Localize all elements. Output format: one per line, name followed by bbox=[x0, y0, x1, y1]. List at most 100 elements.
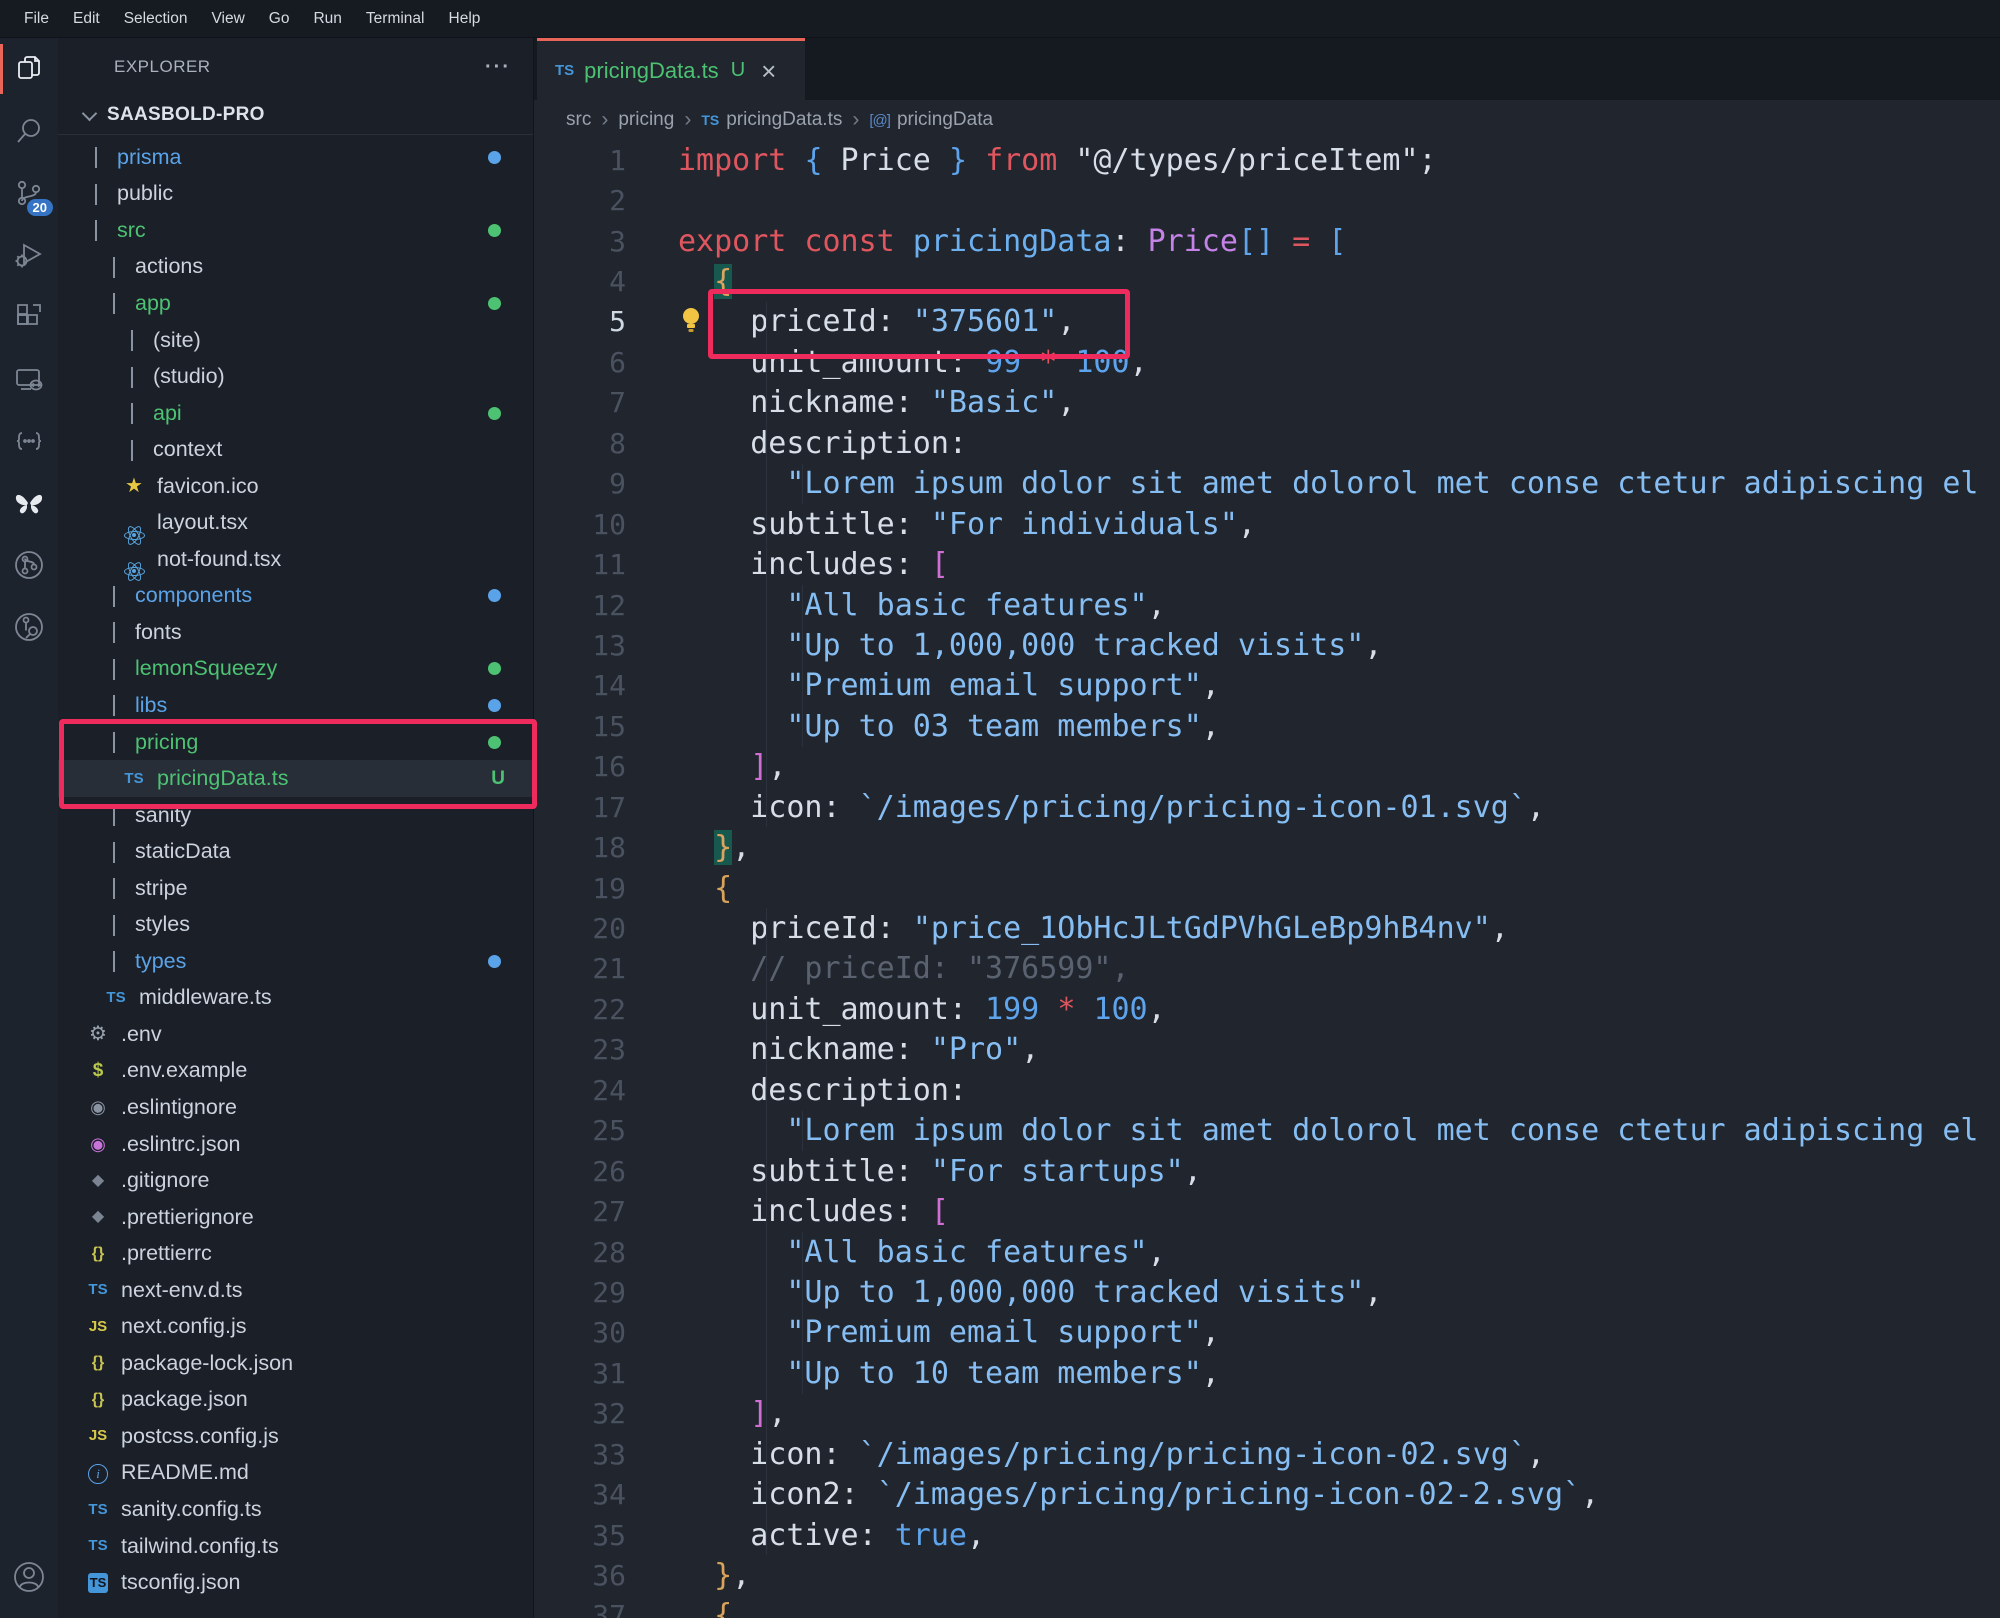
tree-item-src[interactable]: src bbox=[58, 212, 533, 249]
tree-item-pricingdata.ts[interactable]: TSpricingData.tsU bbox=[58, 760, 533, 797]
extensions-icon[interactable] bbox=[0, 286, 58, 348]
menu-item-terminal[interactable]: Terminal bbox=[354, 10, 437, 28]
tree-item-context[interactable]: context bbox=[58, 431, 533, 468]
tree-item-tsconfig.json[interactable]: TStsconfig.json bbox=[58, 1564, 533, 1601]
lightbulb-icon[interactable] bbox=[678, 305, 704, 343]
code-line-8[interactable]: 8 description: bbox=[534, 423, 2000, 463]
project-root[interactable]: SAASBOLD-PRO bbox=[58, 96, 533, 135]
tree-item-next-env.d.ts[interactable]: TSnext-env.d.ts bbox=[58, 1272, 533, 1309]
menu-item-view[interactable]: View bbox=[199, 10, 256, 28]
butterfly-extension-icon[interactable] bbox=[0, 472, 58, 534]
menu-item-edit[interactable]: Edit bbox=[61, 10, 112, 28]
tree-item-staticdata[interactable]: staticData bbox=[58, 833, 533, 870]
code-line-27[interactable]: 27 includes: [ bbox=[534, 1191, 2000, 1231]
breadcrumb-item[interactable]: pricing bbox=[618, 109, 674, 131]
tree-item-sanity.config.ts[interactable]: TSsanity.config.ts bbox=[58, 1491, 533, 1528]
run-debug-icon[interactable] bbox=[0, 224, 58, 286]
tree-item-layout.tsx[interactable]: layout.tsx bbox=[58, 504, 533, 541]
code-line-9[interactable]: 9 "Lorem ipsum dolor sit amet dolorol me… bbox=[534, 464, 2000, 504]
search-icon[interactable] bbox=[0, 100, 58, 162]
menu-item-file[interactable]: File bbox=[12, 10, 61, 28]
code-line-20[interactable]: 20 priceId: "price_1ObHcJLtGdPVhGLeBp9hB… bbox=[534, 908, 2000, 948]
code-line-30[interactable]: 30 "Premium email support", bbox=[534, 1313, 2000, 1353]
close-icon[interactable]: × bbox=[761, 61, 776, 81]
tree-item-styles[interactable]: styles bbox=[58, 906, 533, 943]
tree-item-components[interactable]: components bbox=[58, 578, 533, 615]
explorer-more-actions-icon[interactable]: ··· bbox=[485, 56, 511, 79]
tree-item-.prettierrc[interactable]: {}.prettierrc bbox=[58, 1235, 533, 1272]
code-line-13[interactable]: 13 "Up to 1,000,000 tracked visits", bbox=[534, 625, 2000, 665]
code-line-28[interactable]: 28 "All basic features", bbox=[534, 1232, 2000, 1272]
breadcrumb-item[interactable]: pricingData bbox=[897, 109, 993, 131]
code-line-37[interactable]: 37 { bbox=[534, 1596, 2000, 1618]
code-line-36[interactable]: 36 }, bbox=[534, 1555, 2000, 1595]
code-line-5[interactable]: 5 priceId: "375601", bbox=[534, 302, 2000, 342]
breadcrumb-item[interactable]: pricingData.ts bbox=[726, 109, 842, 131]
tree-item-stripe[interactable]: stripe bbox=[58, 870, 533, 907]
tree-item-sanity[interactable]: sanity bbox=[58, 797, 533, 834]
tree-item-favicon.ico[interactable]: ★favicon.ico bbox=[58, 468, 533, 505]
tree-item-tailwind.config.ts[interactable]: TStailwind.config.ts bbox=[58, 1528, 533, 1565]
code-line-32[interactable]: 32 ], bbox=[534, 1394, 2000, 1434]
tree-item-api[interactable]: api bbox=[58, 395, 533, 432]
tree-item-prisma[interactable]: prisma bbox=[58, 139, 533, 176]
code-line-34[interactable]: 34 icon2: `/images/pricing/pricing-icon-… bbox=[534, 1474, 2000, 1514]
menu-item-go[interactable]: Go bbox=[257, 10, 302, 28]
code-line-26[interactable]: 26 subtitle: "For startups", bbox=[534, 1151, 2000, 1191]
account-icon[interactable] bbox=[0, 1546, 58, 1608]
explorer-icon[interactable] bbox=[0, 38, 58, 100]
source-control-icon[interactable]: 20 bbox=[0, 162, 58, 224]
tree-item-types[interactable]: types bbox=[58, 943, 533, 980]
tree-item-package-lock.json[interactable]: {}package-lock.json bbox=[58, 1345, 533, 1382]
code-line-12[interactable]: 12 "All basic features", bbox=[534, 585, 2000, 625]
tree-item-middleware.ts[interactable]: TSmiddleware.ts bbox=[58, 980, 533, 1017]
menu-item-help[interactable]: Help bbox=[437, 10, 493, 28]
menu-item-run[interactable]: Run bbox=[301, 10, 353, 28]
tree-item-app[interactable]: app bbox=[58, 285, 533, 322]
tree-item-postcss.config.js[interactable]: JSpostcss.config.js bbox=[58, 1418, 533, 1455]
code-line-2[interactable]: 2 bbox=[534, 180, 2000, 220]
tree-item-.gitignore[interactable]: ◆.gitignore bbox=[58, 1162, 533, 1199]
code-line-19[interactable]: 19 { bbox=[534, 868, 2000, 908]
code-line-10[interactable]: 10 subtitle: "For individuals", bbox=[534, 504, 2000, 544]
code-line-3[interactable]: 3export const pricingData: Price[] = [ bbox=[534, 221, 2000, 261]
tree-item-site[interactable]: (site) bbox=[58, 322, 533, 359]
tree-item-.eslintrc.json[interactable]: ◉.eslintrc.json bbox=[58, 1126, 533, 1163]
code-line-14[interactable]: 14 "Premium email support", bbox=[534, 666, 2000, 706]
code-line-33[interactable]: 33 icon: `/images/pricing/pricing-icon-0… bbox=[534, 1434, 2000, 1474]
tree-item-public[interactable]: public bbox=[58, 176, 533, 213]
code-line-29[interactable]: 29 "Up to 1,000,000 tracked visits", bbox=[534, 1272, 2000, 1312]
code-line-25[interactable]: 25 "Lorem ipsum dolor sit amet dolorol m… bbox=[534, 1111, 2000, 1151]
tree-item-lemonsqueezy[interactable]: lemonSqueezy bbox=[58, 651, 533, 688]
code-line-7[interactable]: 7 nickname: "Basic", bbox=[534, 383, 2000, 423]
git-graph-icon[interactable] bbox=[0, 534, 58, 596]
code-line-11[interactable]: 11 includes: [ bbox=[534, 544, 2000, 584]
tree-item-libs[interactable]: libs bbox=[58, 687, 533, 724]
git-search-icon[interactable] bbox=[0, 596, 58, 658]
code-line-15[interactable]: 15 "Up to 03 team members", bbox=[534, 706, 2000, 746]
menu-item-selection[interactable]: Selection bbox=[112, 10, 200, 28]
braces-extension-icon[interactable] bbox=[0, 410, 58, 472]
breadcrumb-item[interactable]: src bbox=[566, 109, 591, 131]
tree-item-next.config.js[interactable]: JSnext.config.js bbox=[58, 1309, 533, 1346]
code-line-1[interactable]: 1import { Price } from "@/types/priceIte… bbox=[534, 140, 2000, 180]
tree-item-readme.md[interactable]: iREADME.md bbox=[58, 1455, 533, 1492]
code-line-23[interactable]: 23 nickname: "Pro", bbox=[534, 1030, 2000, 1070]
tree-item-not-found.tsx[interactable]: not-found.tsx bbox=[58, 541, 533, 578]
code-line-4[interactable]: 4 { bbox=[534, 261, 2000, 301]
tree-item-actions[interactable]: actions bbox=[58, 249, 533, 286]
remote-explorer-icon[interactable] bbox=[0, 348, 58, 410]
code-line-21[interactable]: 21 // priceId: "376599", bbox=[534, 949, 2000, 989]
tree-item-package.json[interactable]: {}package.json bbox=[58, 1382, 533, 1419]
tree-item-studio[interactable]: (studio) bbox=[58, 358, 533, 395]
code-line-6[interactable]: 6 unit_amount: 99 * 100, bbox=[534, 342, 2000, 382]
code-line-18[interactable]: 18 }, bbox=[534, 827, 2000, 867]
tree-item-.eslintignore[interactable]: ◉.eslintignore bbox=[58, 1089, 533, 1126]
code-line-17[interactable]: 17 icon: `/images/pricing/pricing-icon-0… bbox=[534, 787, 2000, 827]
tab-pricingdata[interactable]: TS pricingData.ts U × bbox=[537, 38, 805, 100]
tree-item-.env.example[interactable]: $.env.example bbox=[58, 1053, 533, 1090]
tree-item-.env[interactable]: ⚙.env bbox=[58, 1016, 533, 1053]
code-line-22[interactable]: 22 unit_amount: 199 * 100, bbox=[534, 989, 2000, 1029]
tree-item-pricing[interactable]: pricing bbox=[58, 724, 533, 761]
code-line-24[interactable]: 24 description: bbox=[534, 1070, 2000, 1110]
